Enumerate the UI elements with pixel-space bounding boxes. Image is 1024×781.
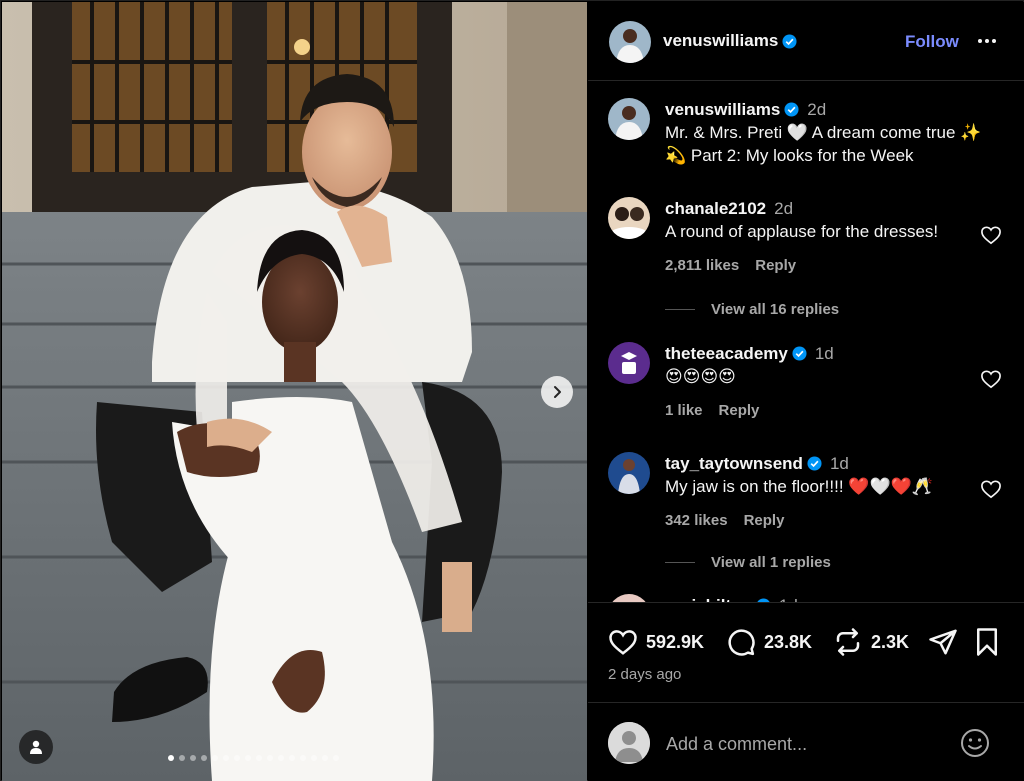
carousel-dot: [201, 755, 207, 761]
carousel-dot: [223, 755, 229, 761]
tagged-users-button[interactable]: [19, 730, 53, 764]
comment-likes[interactable]: 1 like: [665, 402, 703, 419]
carousel-dot: [212, 755, 218, 761]
carousel-dot: [322, 755, 328, 761]
like-comment-icon[interactable]: [980, 369, 1002, 389]
comment-time: 2d: [774, 199, 794, 218]
follow-button[interactable]: Follow: [905, 32, 959, 52]
carousel-dot: [179, 755, 185, 761]
post-media[interactable]: [2, 2, 587, 781]
save-button[interactable]: [972, 627, 1010, 657]
like-button[interactable]: 592.9K: [608, 627, 704, 657]
commenter-username[interactable]: tay_taytownsend: [665, 454, 803, 473]
bookmark-icon: [977, 628, 997, 656]
heart-icon: [609, 630, 637, 655]
commenter-avatar[interactable]: [608, 197, 650, 239]
like-comment-icon[interactable]: [980, 479, 1002, 499]
reply-button[interactable]: Reply: [719, 402, 760, 419]
carousel-indicator: [168, 755, 339, 763]
chevron-right-icon: [554, 386, 561, 398]
carousel-dot: [278, 755, 284, 761]
commenter-username[interactable]: theteeacademy: [665, 344, 788, 363]
share-button[interactable]: [928, 627, 966, 657]
comment-likes[interactable]: 342 likes: [665, 512, 728, 529]
more-options-icon[interactable]: [974, 29, 1000, 53]
commenter-avatar[interactable]: [608, 452, 650, 494]
carousel-dot: [267, 755, 273, 761]
commenter-avatar[interactable]: [608, 594, 650, 602]
verified-badge-icon: [792, 346, 807, 361]
repost-count: 2.3K: [871, 631, 910, 652]
author-avatar[interactable]: [609, 21, 651, 63]
commenter-avatar[interactable]: [608, 342, 650, 384]
carousel-dot: [300, 755, 306, 761]
comment-icon: [728, 629, 755, 656]
commenter-username[interactable]: chanale2102: [665, 199, 766, 218]
like-comment-icon[interactable]: [980, 225, 1002, 245]
emoji-icon[interactable]: [959, 727, 991, 759]
comment-likes[interactable]: 2,811 likes: [665, 257, 739, 274]
author-avatar[interactable]: [608, 98, 650, 140]
carousel-dot: [311, 755, 317, 761]
carousel-dot: [289, 755, 295, 761]
reply-button[interactable]: Reply: [744, 512, 785, 529]
comment-text: 😍😍😍😍: [665, 367, 736, 386]
carousel-dot: [333, 755, 339, 761]
post-timestamp: 2 days ago: [608, 666, 682, 683]
current-user-avatar: [608, 722, 650, 764]
repost-icon: [836, 628, 860, 656]
add-comment-bar: [588, 702, 1024, 781]
verified-badge-icon: [784, 102, 799, 117]
repost-button[interactable]: 2.3K: [833, 627, 909, 657]
post-actions-bar: 592.9K 23.8K 2.3K: [588, 602, 1024, 702]
comments-list[interactable]: venuswilliams 2d Mr. & Mrs. Preti 🤍 A dre…: [588, 82, 1024, 602]
person-icon: [30, 740, 42, 754]
comment-input[interactable]: [666, 729, 946, 759]
caption-text-line-2: 💫 Part 2: My looks for the Week: [665, 146, 914, 165]
verified-badge-icon: [782, 33, 797, 49]
wedding-photo: [2, 2, 587, 781]
send-icon: [929, 629, 957, 655]
reply-button[interactable]: Reply: [755, 257, 796, 274]
comment-text: My jaw is on the floor!!!! ❤️🤍❤️🥂: [665, 477, 933, 496]
verified-badge-icon: [807, 456, 822, 471]
caption-time: 2d: [807, 100, 827, 119]
view-replies-button[interactable]: View all 16 replies: [665, 301, 839, 318]
caption-username[interactable]: venuswilliams: [665, 100, 780, 119]
carousel-dot: [168, 755, 174, 761]
carousel-dot: [190, 755, 196, 761]
comment-count: 23.8K: [764, 631, 813, 652]
post-header: venuswilliams Follow: [588, 2, 1024, 81]
post-details-panel: venuswilliams Follow venuswilliams 2d Mr.…: [588, 2, 1024, 781]
view-replies-button[interactable]: View all 1 replies: [665, 554, 831, 571]
caption-text-line-1: Mr. & Mrs. Preti 🤍 A dream come true ✨: [665, 123, 982, 142]
author-username[interactable]: venuswilliams: [663, 31, 778, 51]
comment-text: A round of applause for the dresses!: [665, 222, 939, 241]
carousel-dot: [234, 755, 240, 761]
comment-time: 1d: [829, 454, 849, 473]
like-count: 592.9K: [646, 631, 705, 652]
carousel-dot: [245, 755, 251, 761]
next-slide-button[interactable]: [541, 376, 573, 408]
comment-button[interactable]: 23.8K: [726, 627, 812, 657]
carousel-dot: [256, 755, 262, 761]
post-modal: venuswilliams Follow venuswilliams 2d Mr.…: [0, 0, 1024, 781]
comment-time: 1d: [814, 344, 834, 363]
